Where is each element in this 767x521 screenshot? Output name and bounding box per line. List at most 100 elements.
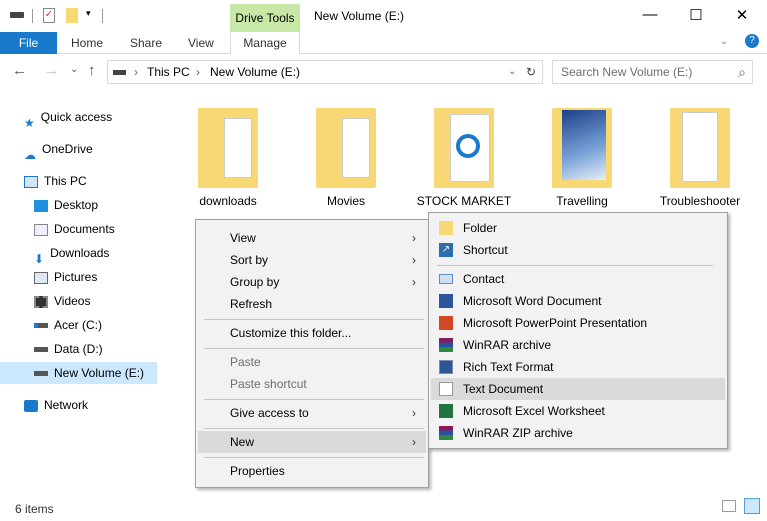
sidebar-item-desktop[interactable]: Desktop xyxy=(34,194,98,216)
folder-label[interactable]: Troubleshooter xyxy=(645,194,755,208)
details-view-button[interactable] xyxy=(722,500,736,512)
label: Pictures xyxy=(54,270,97,284)
address-dropdown[interactable]: ⌄ xyxy=(508,61,516,83)
expand-ribbon-icon[interactable]: ⌄ xyxy=(720,36,728,47)
label: Shortcut xyxy=(463,243,508,257)
tab-file[interactable]: File xyxy=(0,32,57,54)
breadcrumb-separator: › xyxy=(134,61,138,83)
tab-share[interactable]: Share xyxy=(130,32,162,54)
sidebar-item-quick-access[interactable]: ★Quick access xyxy=(24,106,112,128)
title-bar: ✓ ▾ Drive Tools New Volume (E:) — ☐ ✕ xyxy=(0,0,767,32)
forward-button[interactable]: → xyxy=(44,62,59,79)
label: Sort by xyxy=(230,253,268,267)
powerpoint-icon xyxy=(439,316,453,330)
sidebar-item-videos[interactable]: Videos xyxy=(34,290,90,312)
sidebar-item-pictures[interactable]: Pictures xyxy=(34,266,97,288)
folder-label[interactable]: downloads xyxy=(173,194,283,208)
recent-locations-button[interactable]: ⌄ xyxy=(70,64,78,75)
label: Text Document xyxy=(463,382,543,396)
close-button[interactable]: ✕ xyxy=(732,6,752,24)
label: Data (D:) xyxy=(54,342,103,356)
up-button[interactable]: ↑ xyxy=(88,62,96,79)
network-icon xyxy=(24,400,38,412)
folder-label[interactable]: STOCK MARKET xyxy=(409,194,519,208)
back-button[interactable]: ← xyxy=(12,62,27,79)
menu-item-give-access-to[interactable]: Give access to› xyxy=(198,402,426,424)
shortcut-icon: ↗ xyxy=(439,243,453,257)
breadcrumb-new-volume[interactable]: New Volume (E:) xyxy=(210,61,300,83)
folder-label[interactable]: Movies xyxy=(291,194,401,208)
maximize-button[interactable]: ☐ xyxy=(686,6,706,24)
sidebar-item-documents[interactable]: Documents xyxy=(34,218,115,240)
new-folder-icon[interactable] xyxy=(66,8,78,23)
folder-label[interactable]: Travelling xyxy=(527,194,637,208)
new-folder-item[interactable]: Folder xyxy=(431,217,725,239)
sidebar-item-acer-c[interactable]: Acer (C:) xyxy=(34,314,102,336)
film-icon xyxy=(34,296,48,308)
contact-icon xyxy=(439,274,453,284)
new-powerpoint-item[interactable]: Microsoft PowerPoint Presentation xyxy=(431,312,725,334)
sidebar-item-data-d[interactable]: Data (D:) xyxy=(34,338,103,360)
label: Give access to xyxy=(230,406,309,420)
label: Quick access xyxy=(41,110,112,124)
search-input[interactable]: Search New Volume (E:) ⌕ xyxy=(552,60,753,84)
new-rich-text-item[interactable]: Rich Text Format xyxy=(431,356,725,378)
tab-home[interactable]: Home xyxy=(71,32,103,54)
label: New Volume (E:) xyxy=(54,366,144,380)
folder-movies[interactable] xyxy=(312,100,382,190)
new-winrar-archive-item[interactable]: WinRAR archive xyxy=(431,334,725,356)
sidebar-item-downloads[interactable]: ⬇Downloads xyxy=(34,242,109,264)
address-bar[interactable]: › This PC › New Volume (E:) ⌄ ↻ xyxy=(107,60,543,84)
folder-troubleshooter[interactable] xyxy=(666,100,736,190)
sidebar-item-network[interactable]: Network xyxy=(24,394,88,416)
menu-item-view[interactable]: View› xyxy=(198,227,426,249)
help-button[interactable]: ? xyxy=(745,34,759,48)
chevron-right-icon: › xyxy=(412,249,416,271)
excel-icon xyxy=(439,404,453,418)
text-file-icon xyxy=(439,382,453,396)
properties-icon[interactable]: ✓ xyxy=(43,8,55,23)
tab-manage[interactable]: Manage xyxy=(230,32,300,54)
refresh-button[interactable]: ↻ xyxy=(526,61,536,83)
download-icon: ⬇ xyxy=(34,248,44,260)
new-shortcut-item[interactable]: ↗ Shortcut xyxy=(431,239,725,261)
menu-separator xyxy=(204,399,424,400)
customize-quick-access-icon[interactable]: ▾ xyxy=(86,8,91,24)
sidebar-item-new-volume-e[interactable]: New Volume (E:) xyxy=(0,362,157,384)
chevron-right-icon: › xyxy=(412,431,416,453)
new-text-document-item[interactable]: Text Document xyxy=(431,378,725,400)
label: Microsoft Word Document xyxy=(463,294,602,308)
menu-separator xyxy=(204,428,424,429)
folder-stock-market[interactable] xyxy=(430,100,500,190)
menu-item-sort-by[interactable]: Sort by › xyxy=(198,249,426,271)
pictures-icon xyxy=(34,272,48,284)
menu-item-customize-folder[interactable]: Customize this folder... xyxy=(198,322,426,344)
chevron-right-icon: › xyxy=(412,227,416,249)
tab-view[interactable]: View xyxy=(188,32,214,54)
search-placeholder: Search New Volume (E:) xyxy=(561,65,692,79)
breadcrumb-this-pc[interactable]: This PC xyxy=(147,61,190,83)
new-contact-item[interactable]: Contact xyxy=(431,268,725,290)
new-winrar-zip-item[interactable]: WinRAR ZIP archive xyxy=(431,422,725,444)
label: Acer (C:) xyxy=(54,318,102,332)
folder-downloads[interactable] xyxy=(194,100,264,190)
new-submenu: Folder ↗ Shortcut Contact Microsoft Word … xyxy=(428,212,728,449)
label: Group by xyxy=(230,275,279,289)
menu-item-properties[interactable]: Properties xyxy=(198,460,426,482)
menu-item-refresh[interactable]: Refresh xyxy=(198,293,426,315)
large-icons-view-button[interactable] xyxy=(744,498,760,514)
menu-item-group-by[interactable]: Group by› xyxy=(198,271,426,293)
folder-travelling[interactable] xyxy=(548,100,618,190)
word-icon xyxy=(439,294,453,308)
document-preview-icon xyxy=(682,112,718,182)
sidebar-item-onedrive[interactable]: ☁OneDrive xyxy=(24,138,93,160)
breadcrumb-separator: › xyxy=(196,61,200,83)
photo-preview-icon xyxy=(562,110,606,180)
sidebar-item-this-pc[interactable]: This PC xyxy=(24,170,87,192)
menu-item-new[interactable]: New› xyxy=(198,431,426,453)
context-menu: View› Sort by› Group by› Refresh Customi… xyxy=(195,219,429,488)
new-word-document-item[interactable]: Microsoft Word Document xyxy=(431,290,725,312)
minimize-button[interactable]: — xyxy=(640,6,660,23)
drive-tools-context-tab: Drive Tools xyxy=(230,4,300,33)
new-excel-worksheet-item[interactable]: Microsoft Excel Worksheet xyxy=(431,400,725,422)
